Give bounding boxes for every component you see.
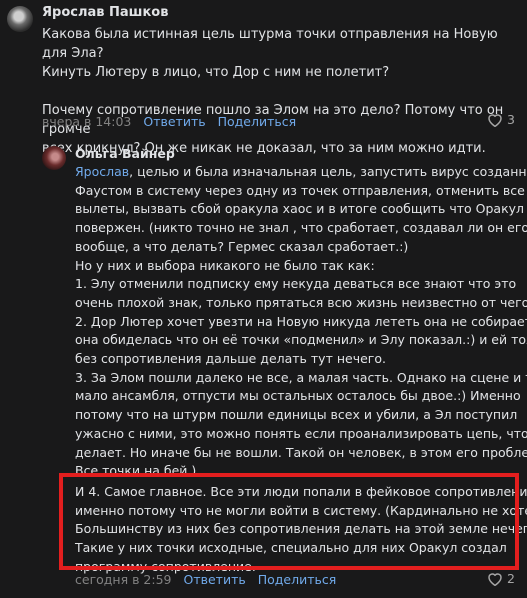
highlighted-line: именно потому что не могли войти в систе… — [75, 502, 527, 518]
heart-icon — [488, 572, 502, 586]
reply-share-button[interactable]: Поделиться — [258, 572, 337, 587]
reply-line: ужасно с ними, это можно понять если про… — [75, 425, 527, 441]
share-button[interactable]: Поделиться — [218, 114, 297, 129]
reply-like-count: 2 — [507, 571, 515, 586]
reply-meta: сегодня в 2:59 Ответить Поделиться — [75, 572, 336, 587]
highlighted-text: И 4. Самое главное. Все эти люди попали … — [75, 483, 527, 577]
reply-line: 3. За Элом пошли далеко не все, а малая … — [75, 369, 527, 385]
reply-line: вообще, а что делать? Гермес сказал сраб… — [75, 238, 409, 254]
comment-text: Какова была истинная цель штурма точки о… — [42, 27, 504, 156]
highlighted-line: Большинству из них без сопротивления дел… — [75, 521, 527, 537]
reply-line: вылеты, вызвать сбой оракула хаос и в ит… — [75, 201, 525, 217]
comment-time[interactable]: вчера в 14:03 — [42, 114, 131, 129]
heart-icon — [488, 113, 502, 127]
mention-link[interactable]: Ярослав — [75, 164, 129, 179]
comments-thread: Ярослав Пашков Какова была истинная цель… — [0, 0, 527, 598]
reply-reply-button[interactable]: Ответить — [183, 572, 245, 587]
reply-line: повержен. (никто точно не знал , что сра… — [75, 220, 527, 236]
comment-meta: вчера в 14:03 Ответить Поделиться — [42, 114, 296, 129]
highlighted-line: Такие у них точки исходные, специально д… — [75, 540, 507, 556]
reply-line: потому что на штурм пошли единицы всех и… — [75, 407, 518, 423]
reply-line: , целью и была изначальная цель, запусти… — [129, 164, 527, 179]
reply-line: Фаустом в систему через одну из точек от… — [75, 182, 525, 198]
reply-button[interactable]: Ответить — [143, 114, 205, 129]
like-count: 3 — [507, 112, 515, 127]
reply-avatar[interactable] — [42, 146, 66, 170]
highlighted-line: И 4. Самое главное. Все эти люди попали … — [75, 484, 527, 499]
reply-like-button[interactable]: 2 — [487, 571, 515, 586]
comment-author[interactable]: Ярослав Пашков — [42, 5, 168, 20]
reply-line: без сопротивления дальше делать тут нече… — [75, 351, 386, 367]
like-button[interactable]: 3 — [487, 112, 515, 127]
avatar[interactable] — [7, 6, 33, 32]
reply-line: 1. Элу отменили подписку ему некуда дева… — [75, 276, 517, 292]
reply-line: 2. Дор Лютер хочет увезти на Новую никуд… — [75, 313, 527, 329]
reply-time[interactable]: сегодня в 2:59 — [75, 572, 172, 587]
reply-text: Ярослав, целью и была изначальная цель, … — [75, 163, 527, 481]
reply-first-line: Ярослав, целью и была изначальная цель, … — [75, 163, 527, 182]
reply-line: она обиделась что он её точки «подменил»… — [75, 332, 527, 348]
reply-line: Но у них и выбора никакого не было так к… — [75, 257, 375, 273]
reply-line: очень плохой знак, только прятаться всю … — [75, 294, 527, 310]
reply-author[interactable]: Ольга Вайнер — [75, 146, 175, 161]
reply-line: мало ансамбля, отпусти мы остальных оста… — [75, 388, 521, 404]
reply-line: делает. Но иначе бы не вошли. Такой он ч… — [75, 444, 527, 460]
reply-line: Все точки на бей.) — [75, 463, 197, 479]
